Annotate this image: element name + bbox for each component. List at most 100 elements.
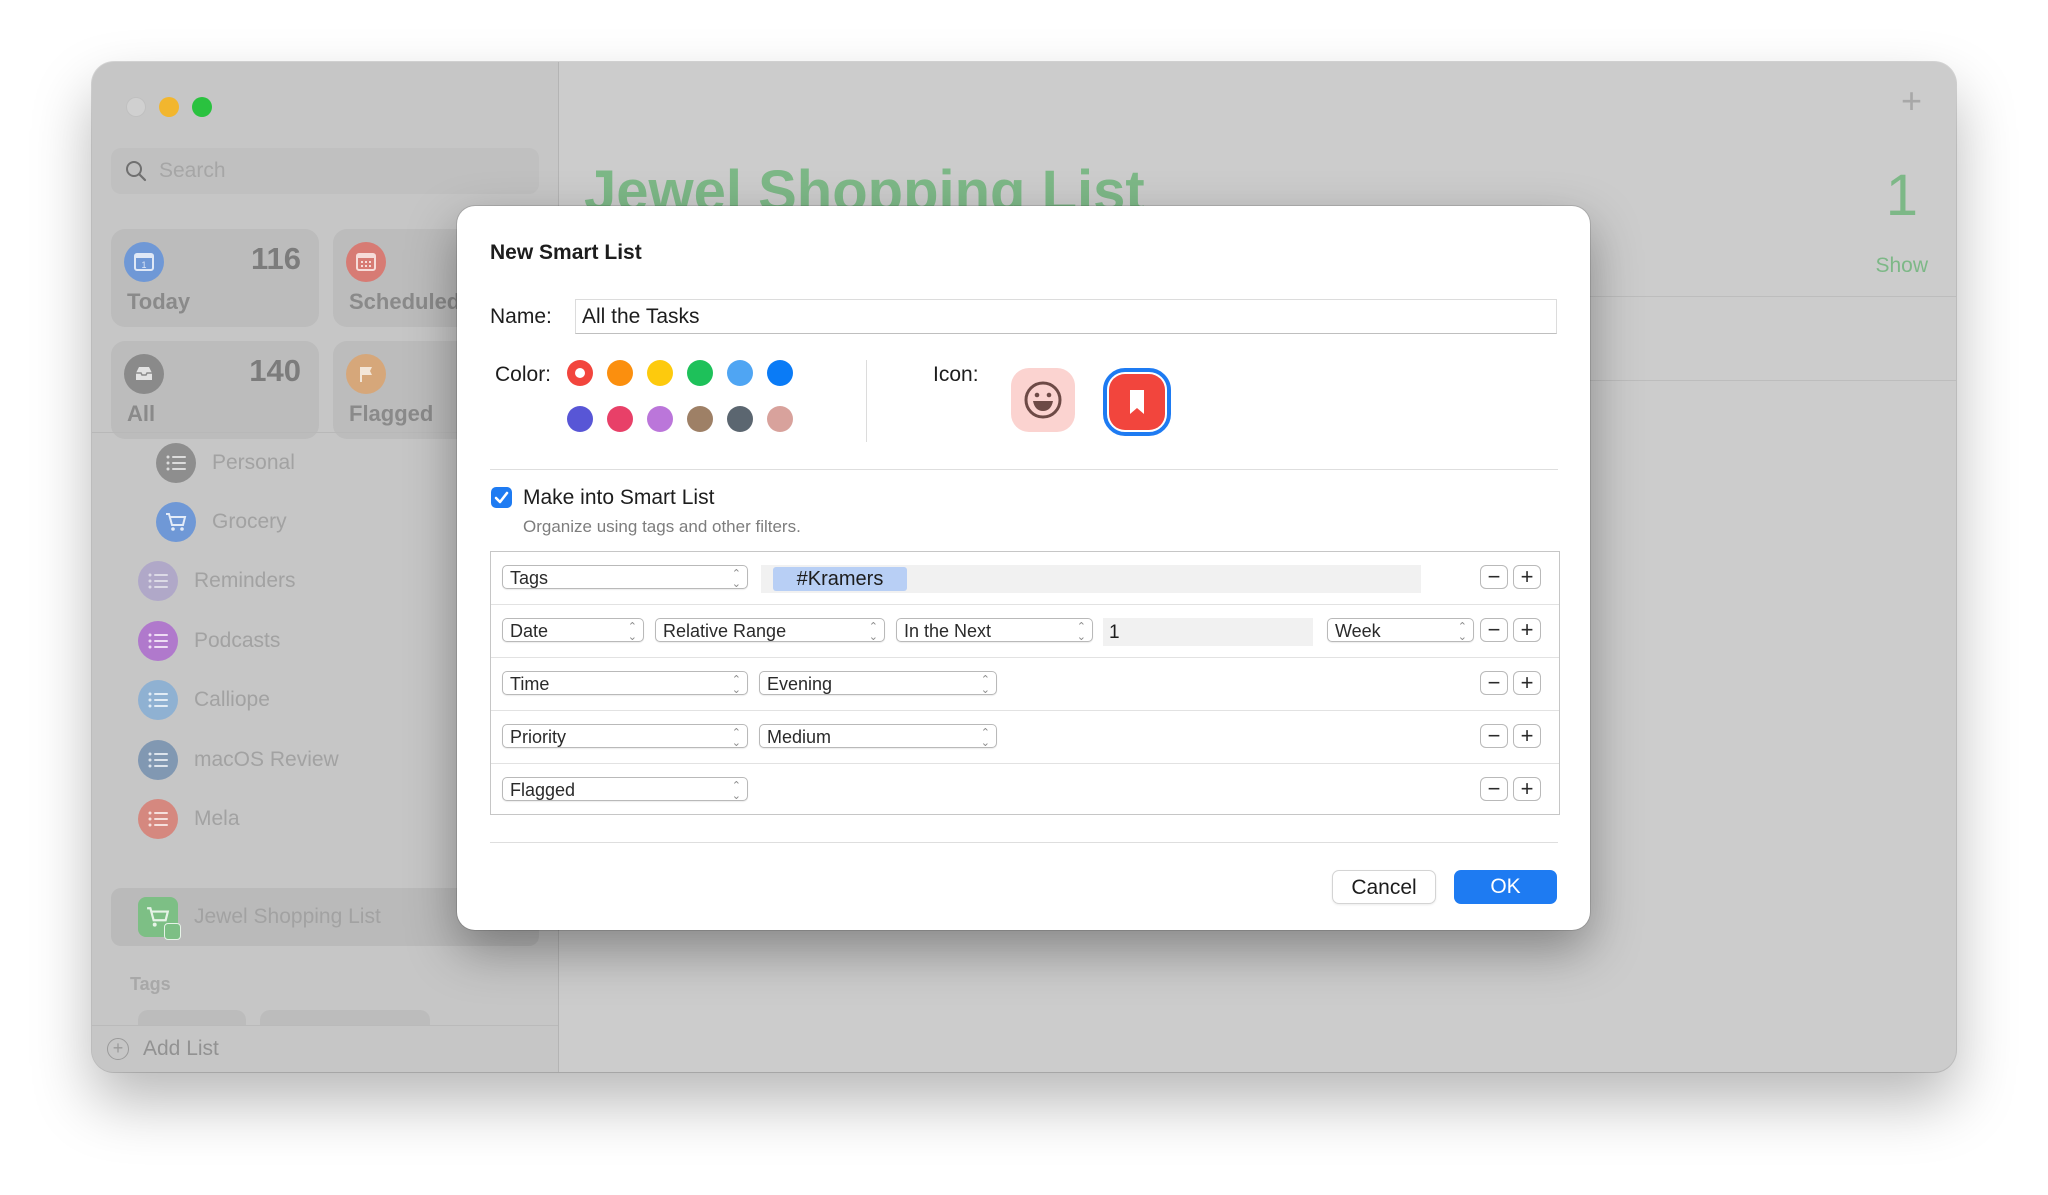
list-icon xyxy=(138,561,178,601)
cancel-button[interactable]: Cancel xyxy=(1332,870,1436,904)
updown-chevron-icon: ⌃ ⌄ xyxy=(980,674,990,696)
smart-list-description: Organize using tags and other filters. xyxy=(523,517,801,536)
rule-row-time: Time ⌃ ⌄ Evening ⌃ ⌄ − + xyxy=(491,658,1559,711)
rule-row-flagged: Flagged ⌃ ⌄ − + xyxy=(491,764,1559,816)
dialog-title: New Smart List xyxy=(490,241,642,264)
ok-button[interactable]: OK xyxy=(1454,870,1557,904)
list-label: Mela xyxy=(194,807,240,830)
rule-row-date: Date ⌃ ⌄ Relative Range ⌃ ⌄ In the Next ⌃ ⌄ 1 … xyxy=(491,605,1559,658)
rule-field-popup[interactable]: Time ⌃ ⌄ xyxy=(502,671,748,696)
section-separator xyxy=(490,469,1558,470)
add-rule-button[interactable]: + xyxy=(1513,618,1541,642)
bookmark-icon-option[interactable] xyxy=(1103,368,1171,436)
smart-card-all[interactable]: 140 All xyxy=(111,341,319,439)
add-rule-button[interactable]: + xyxy=(1513,565,1541,589)
date-amount-field[interactable]: 1 xyxy=(1103,618,1313,646)
minimize-window-button[interactable] xyxy=(159,97,179,117)
rule-field-popup[interactable]: Priority ⌃ ⌄ xyxy=(502,724,748,749)
close-window-button[interactable] xyxy=(126,97,146,117)
color-swatch[interactable] xyxy=(687,406,713,432)
rule-field-value: Tags xyxy=(510,568,549,588)
color-swatch[interactable] xyxy=(567,406,593,432)
remove-rule-button[interactable]: − xyxy=(1480,671,1508,695)
list-icon xyxy=(138,740,178,780)
list-label: Jewel Shopping List xyxy=(194,905,381,928)
rule-field-popup[interactable]: Date ⌃ ⌄ xyxy=(502,618,644,643)
smiley-icon xyxy=(1024,381,1062,419)
today-count: 116 xyxy=(250,241,301,276)
add-rule-button[interactable]: + xyxy=(1513,671,1541,695)
color-swatch[interactable] xyxy=(607,360,633,386)
scheduled-label: Scheduled xyxy=(349,289,461,314)
remove-rule-button[interactable]: − xyxy=(1480,724,1508,748)
time-value: Evening xyxy=(767,674,833,694)
priority-value-popup[interactable]: Medium ⌃ ⌄ xyxy=(759,724,997,749)
date-unit-popup[interactable]: Week ⌃ ⌄ xyxy=(1327,618,1474,643)
list-label: Personal xyxy=(212,451,295,474)
smiley-icon-option[interactable] xyxy=(1011,368,1075,432)
color-swatch[interactable] xyxy=(687,360,713,386)
color-label: Color: xyxy=(495,363,552,386)
name-field[interactable]: All the Tasks xyxy=(575,299,1557,334)
smart-list-checkbox[interactable] xyxy=(491,487,512,508)
updown-chevron-icon: ⌃ ⌄ xyxy=(731,568,741,590)
color-swatch[interactable] xyxy=(607,406,633,432)
list-label: Calliope xyxy=(194,688,270,711)
add-rule-button[interactable]: + xyxy=(1513,724,1541,748)
color-swatch[interactable] xyxy=(647,360,673,386)
calendar-today-icon: 1 xyxy=(124,242,164,282)
updown-chevron-icon: ⌃ ⌄ xyxy=(731,674,741,696)
checkmark-icon xyxy=(494,491,509,504)
all-label: All xyxy=(127,401,156,426)
rule-row-tags: Tags ⌃ ⌄ #Kramers − + xyxy=(491,552,1559,605)
date-mode-value: Relative Range xyxy=(663,621,787,641)
tags-heading: Tags xyxy=(130,974,171,994)
rule-row-priority: Priority ⌃ ⌄ Medium ⌃ ⌄ − + xyxy=(491,711,1559,764)
color-swatch[interactable] xyxy=(567,360,593,386)
new-smart-list-dialog: New Smart List Name: All the Tasks Color… xyxy=(457,206,1590,930)
rule-field-value: Date xyxy=(510,621,549,641)
smart-list-checkbox-label: Make into Smart List xyxy=(523,486,715,509)
rule-field-popup[interactable]: Flagged ⌃ ⌄ xyxy=(502,777,748,802)
footer-separator xyxy=(490,842,1558,843)
search-field[interactable]: Search xyxy=(111,148,539,194)
rule-field-value: Time xyxy=(510,674,550,694)
name-value: All the Tasks xyxy=(582,304,700,328)
search-placeholder: Search xyxy=(159,159,226,182)
remove-rule-button[interactable]: − xyxy=(1480,565,1508,589)
color-swatch[interactable] xyxy=(647,406,673,432)
color-swatch[interactable] xyxy=(727,406,753,432)
list-count: 1 xyxy=(1885,163,1918,228)
rule-field-value: Priority xyxy=(510,727,567,747)
add-rule-button[interactable]: + xyxy=(1513,777,1541,801)
color-swatch[interactable] xyxy=(767,406,793,432)
priority-value: Medium xyxy=(767,727,832,747)
rule-field-popup[interactable]: Tags ⌃ ⌄ xyxy=(502,565,748,590)
tag-token[interactable]: #Kramers xyxy=(773,567,907,591)
zoom-window-button[interactable] xyxy=(192,97,212,117)
updown-chevron-icon: ⌃ ⌄ xyxy=(980,727,990,749)
show-completed-button[interactable]: Show xyxy=(1875,254,1928,278)
color-swatch[interactable] xyxy=(727,360,753,386)
add-circle-icon: + xyxy=(107,1038,129,1060)
date-range-popup[interactable]: In the Next ⌃ ⌄ xyxy=(896,618,1093,643)
smart-card-today[interactable]: 1 116 Today xyxy=(111,229,319,327)
svg-text:1: 1 xyxy=(141,260,146,270)
list-icon xyxy=(138,799,178,839)
smart-cart-icon xyxy=(138,897,181,940)
list-label: macOS Review xyxy=(194,748,339,771)
list-icon xyxy=(156,443,196,483)
date-unit-value: Week xyxy=(1335,621,1381,641)
rules-editor: Tags ⌃ ⌄ #Kramers − + Date ⌃ ⌄ Relative Rang… xyxy=(490,551,1560,815)
add-list-button[interactable]: + Add List xyxy=(92,1025,558,1072)
remove-rule-button[interactable]: − xyxy=(1480,777,1508,801)
tray-icon xyxy=(124,354,164,394)
tag-token-field[interactable]: #Kramers xyxy=(761,565,1421,593)
all-count: 140 xyxy=(249,353,301,388)
color-swatch[interactable] xyxy=(767,360,793,386)
date-mode-popup[interactable]: Relative Range ⌃ ⌄ xyxy=(655,618,885,643)
add-list-label: Add List xyxy=(143,1037,219,1060)
time-value-popup[interactable]: Evening ⌃ ⌄ xyxy=(759,671,997,696)
remove-rule-button[interactable]: − xyxy=(1480,618,1508,642)
add-reminder-button[interactable]: + xyxy=(1901,80,1922,122)
